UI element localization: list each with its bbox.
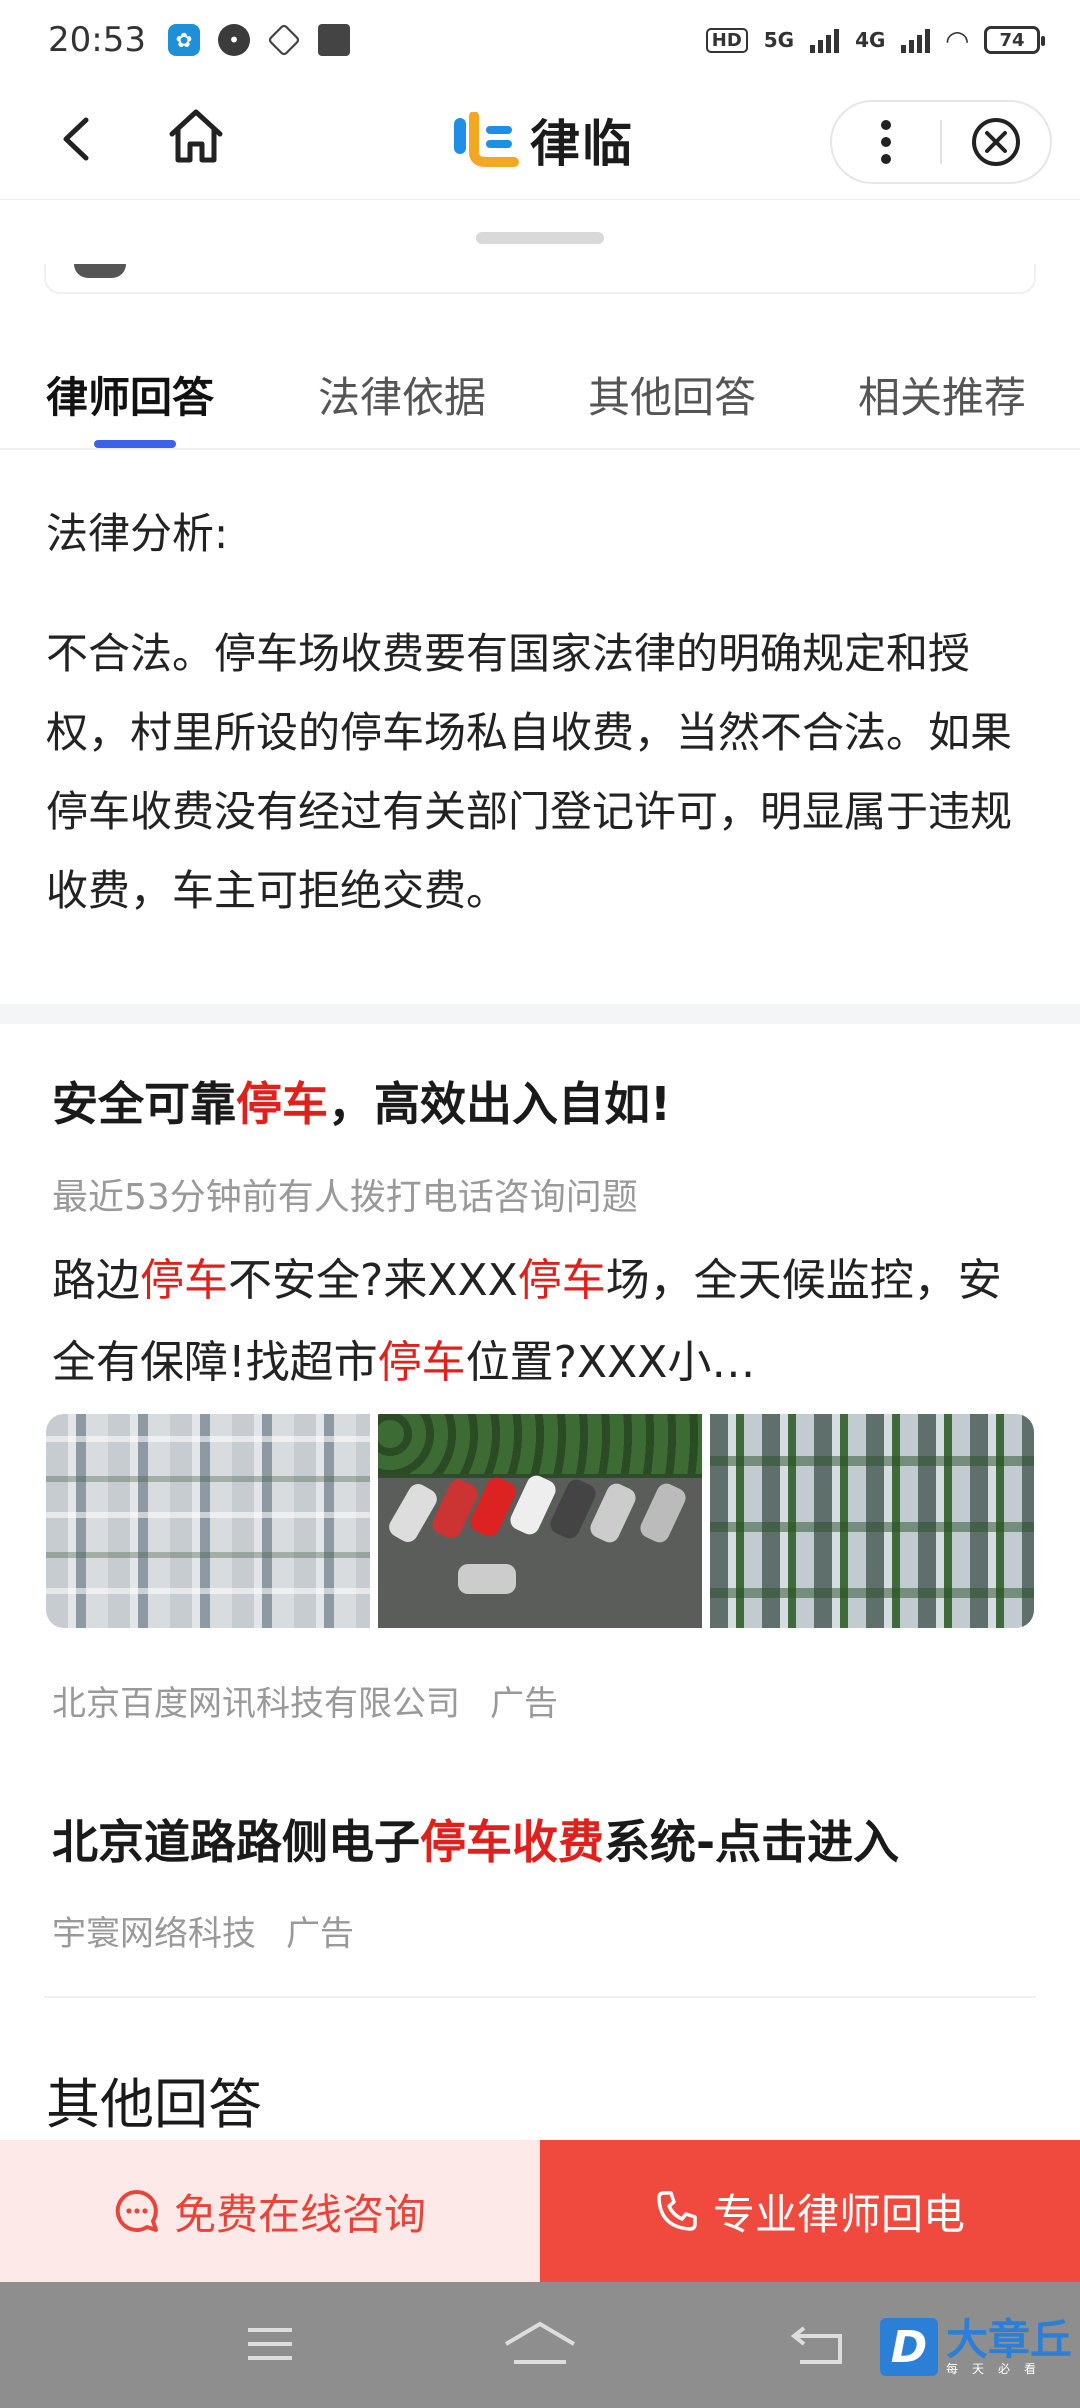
- hexagon-app-icon: [267, 23, 301, 57]
- active-tab-indicator: [94, 440, 176, 448]
- home-icon[interactable]: [166, 106, 226, 166]
- more-button[interactable]: [832, 100, 940, 184]
- watermark-sub: 每天必看: [946, 2362, 1051, 2376]
- avatar: [74, 264, 126, 278]
- parking-lot-image[interactable]: [378, 1414, 702, 1628]
- divider: [44, 1996, 1036, 1998]
- ad-tag: 广告: [286, 1914, 354, 1954]
- ad1-image-strip[interactable]: [46, 1414, 1034, 1628]
- parking-lot-image[interactable]: [46, 1414, 370, 1628]
- ad1-desc-text: 位置?XXX小…: [465, 1337, 756, 1388]
- back-nav-icon[interactable]: [790, 2318, 850, 2370]
- message-icon: •: [217, 24, 250, 56]
- ad1-desc-text: 不安全?来XXX: [228, 1255, 518, 1306]
- net1-label: 5G: [763, 28, 795, 52]
- hd-voice-icon: HD: [705, 27, 748, 53]
- ad2-title[interactable]: 北京道路路侧电子停车收费系统-点击进入: [52, 1806, 899, 1872]
- phone-icon: [657, 2191, 697, 2231]
- status-right: HD 5G 4G ◠ 74: [705, 23, 1045, 57]
- other-answers-heading: 其他回答: [46, 2073, 262, 2136]
- ad1-desc-highlight: 停车: [517, 1255, 606, 1306]
- close-button[interactable]: [942, 100, 1050, 184]
- watermark-text-block: 大章丘 每天必看: [946, 2315, 1073, 2377]
- content-tabs: 律师回答 法律依据 其他回答 相关推荐: [0, 350, 1080, 450]
- ad2-title-part2: 系统-点击进入: [604, 1815, 900, 1869]
- ad1-title-highlight: 停车: [236, 1077, 328, 1131]
- ad2-title-part1: 北京道路路侧电子: [52, 1815, 420, 1869]
- bottom-action-bar: 免费在线咨询 专业律师回电: [0, 2140, 1080, 2282]
- ad1-advertiser: 北京百度网讯科技有限公司: [52, 1684, 460, 1724]
- free-online-consult-button[interactable]: 免费在线咨询: [0, 2140, 540, 2282]
- question-card-edge: [44, 264, 1036, 294]
- parking-lot-image[interactable]: [710, 1414, 1034, 1628]
- analysis-body: 不合法。停车场收费要有国家法律的明确规定和授权，村里所设的停车场私自收费，当然不…: [46, 629, 1013, 915]
- lawyer-callback-button[interactable]: 专业律师回电: [540, 2140, 1080, 2282]
- battery-icon: 74: [984, 26, 1045, 54]
- lawyer-callback-label: 专业律师回电: [712, 2189, 965, 2239]
- top-nav: 律临: [0, 80, 1080, 200]
- status-time: 20:53: [48, 20, 146, 60]
- hd-label: HD: [711, 29, 742, 51]
- home-nav-icon[interactable]: [500, 2318, 580, 2370]
- tab-legal-basis[interactable]: 法律依据: [318, 364, 486, 425]
- logo-text: 律临: [530, 115, 634, 173]
- analysis-title: 法律分析:: [46, 509, 229, 558]
- tab-other-answers[interactable]: 其他回答: [588, 364, 756, 425]
- ad2-source: 宇寰网络科技 广告: [52, 1906, 354, 1955]
- app-notification-icon: ✿: [167, 24, 200, 56]
- ad1-subtitle: 最近53分钟前有人拨打电话咨询问题: [52, 1177, 638, 1218]
- logo-mark-icon: [454, 112, 519, 167]
- ad2-title-highlight: 停车收费: [420, 1815, 604, 1869]
- watermark-text: 大章丘: [946, 2315, 1073, 2364]
- ad1-source: 北京百度网讯科技有限公司 广告: [52, 1676, 558, 1725]
- tab-lawyer-answer[interactable]: 律师回答: [46, 364, 214, 425]
- watermark-logo: D 大章丘 每天必看: [880, 2318, 1072, 2376]
- app-logo: 律临: [452, 110, 634, 173]
- ad1-title[interactable]: 安全可靠停车，高效出入自如!: [52, 1068, 671, 1134]
- tab-related-recommendations[interactable]: 相关推荐: [858, 364, 1026, 425]
- mini-program-capsule: [830, 100, 1052, 184]
- chat-bubble-icon: [115, 2189, 158, 2232]
- ad1-desc-highlight: 停车: [377, 1337, 466, 1388]
- ad1-description[interactable]: 路边停车不安全?来XXX停车场，全天候监控，安全有保障!找超市停车位置?XXX小…: [52, 1240, 1012, 1404]
- back-arrow-icon[interactable]: [52, 114, 102, 164]
- free-online-consult-label: 免费在线咨询: [173, 2189, 426, 2239]
- watermark-d-icon: D: [880, 2318, 938, 2376]
- signal-2-icon: [901, 27, 931, 53]
- section-divider: [0, 1004, 1080, 1024]
- wifi-icon: ◠: [946, 23, 968, 57]
- ad1-desc-highlight: 停车: [140, 1255, 228, 1306]
- ad1-title-part1: 安全可靠: [52, 1077, 236, 1131]
- ad2-advertiser: 宇寰网络科技: [52, 1914, 256, 1954]
- battery-level: 74: [999, 29, 1025, 51]
- ad1-desc-text: 路边: [52, 1255, 140, 1306]
- ad1-title-part2: ，高效出入自如!: [328, 1077, 671, 1131]
- signal-1-icon: [810, 27, 840, 53]
- sheet-drag-handle[interactable]: [476, 232, 604, 244]
- close-circle-icon: [971, 118, 1020, 166]
- more-vertical-icon: [881, 120, 891, 164]
- status-bar: 20:53 ✿ • HD 5G 4G ◠ 74: [0, 0, 1080, 80]
- reader-app-icon: [317, 24, 350, 56]
- net2-label: 4G: [855, 28, 886, 52]
- ad-tag: 广告: [490, 1684, 558, 1724]
- menu-icon[interactable]: [240, 2318, 300, 2370]
- notification-icons: ✿ •: [167, 23, 350, 57]
